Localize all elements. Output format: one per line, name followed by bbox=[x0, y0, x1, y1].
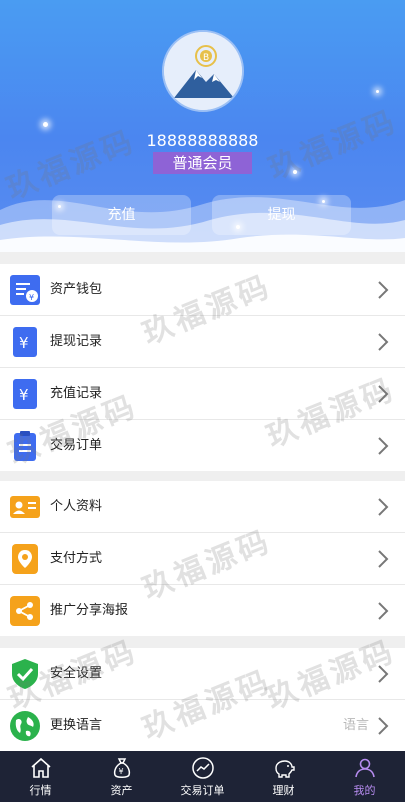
menu-item-label: 充值记录 bbox=[50, 386, 103, 401]
withdraw-button[interactable]: 提现 bbox=[212, 195, 351, 235]
chevron-right-icon bbox=[378, 665, 389, 683]
svg-text:¥: ¥ bbox=[118, 767, 123, 776]
location-pin-icon bbox=[12, 544, 38, 574]
menu-item-label: 安全设置 bbox=[50, 666, 103, 681]
yen-document-icon: ¥ bbox=[13, 327, 37, 357]
tab-label: 资产 bbox=[110, 784, 133, 797]
menu-item-wallet[interactable]: ¥ 资产钱包 bbox=[0, 264, 405, 316]
tab-label: 理财 bbox=[272, 784, 295, 797]
menu-item-label: 交易订单 bbox=[50, 438, 103, 453]
member-level-badge: 普通会员 bbox=[153, 152, 252, 174]
chevron-right-icon bbox=[378, 602, 389, 620]
yen-document-icon: ¥ bbox=[13, 379, 37, 409]
tab-trade-orders[interactable]: 交易订单 bbox=[162, 751, 243, 802]
tab-label: 我的 bbox=[353, 784, 376, 797]
menu-item-trade-orders[interactable]: 交易订单 bbox=[0, 420, 405, 471]
menu-item-share-poster[interactable]: 推广分享海报 bbox=[0, 585, 405, 636]
menu-group-assets: ¥ 资产钱包 ¥ 提现记录 ¥ 充值记录 交易订单 bbox=[0, 264, 405, 471]
current-language-value: 语言 bbox=[342, 718, 369, 733]
chevron-right-icon bbox=[378, 437, 389, 455]
chevron-right-icon bbox=[378, 498, 389, 516]
menu-item-recharge-records[interactable]: ¥ 充值记录 bbox=[0, 368, 405, 420]
tab-mine[interactable]: 我的 bbox=[324, 751, 405, 802]
chevron-right-icon bbox=[378, 333, 389, 351]
menu-item-security-settings[interactable]: 安全设置 bbox=[0, 648, 405, 700]
share-icon bbox=[10, 596, 40, 626]
sparkle-decoration bbox=[376, 90, 379, 93]
menu-item-change-language[interactable]: 更换语言 语言 bbox=[0, 700, 405, 751]
tab-label: 行情 bbox=[29, 784, 52, 797]
tab-market[interactable]: 行情 bbox=[0, 751, 81, 802]
tab-label: 交易订单 bbox=[180, 784, 225, 797]
chevron-right-icon bbox=[378, 717, 389, 735]
wallet-icon: ¥ bbox=[10, 275, 40, 305]
menu-item-payment-methods[interactable]: 支付方式 bbox=[0, 533, 405, 585]
menu-item-label: 更换语言 bbox=[50, 718, 103, 733]
menu-item-label: 支付方式 bbox=[50, 551, 103, 566]
user-phone: 18888888888 bbox=[146, 131, 259, 150]
user-icon bbox=[354, 758, 375, 778]
chevron-right-icon bbox=[378, 385, 389, 403]
globe-icon bbox=[10, 711, 40, 741]
id-card-icon bbox=[10, 496, 40, 518]
menu-item-label: 提现记录 bbox=[50, 334, 103, 349]
menu-item-withdraw-records[interactable]: ¥ 提现记录 bbox=[0, 316, 405, 368]
recharge-button[interactable]: 充值 bbox=[52, 195, 191, 235]
order-icon bbox=[14, 431, 36, 461]
menu-item-label: 推广分享海报 bbox=[50, 603, 129, 618]
menu-item-label: 个人资料 bbox=[50, 499, 103, 514]
bitcoin-mountain-icon: B bbox=[164, 32, 242, 110]
menu-item-profile[interactable]: 个人资料 bbox=[0, 481, 405, 533]
svg-text:¥: ¥ bbox=[19, 386, 29, 404]
piggy-bank-icon bbox=[274, 760, 295, 778]
chart-circle-icon bbox=[191, 757, 214, 779]
chevron-right-icon bbox=[378, 550, 389, 568]
bottom-tab-bar: 行情 ¥ 资产 交易订单 理财 我的 bbox=[0, 751, 405, 802]
home-icon bbox=[30, 757, 51, 778]
tab-finance[interactable]: 理财 bbox=[243, 751, 324, 802]
tab-assets[interactable]: ¥ 资产 bbox=[81, 751, 162, 802]
svg-text:B: B bbox=[203, 53, 209, 63]
svg-text:¥: ¥ bbox=[19, 334, 29, 352]
avatar[interactable]: B bbox=[162, 30, 244, 112]
svg-text:¥: ¥ bbox=[29, 293, 34, 302]
shield-check-icon bbox=[12, 659, 38, 689]
profile-header: B 18888888888 普通会员 充值 提现 bbox=[0, 0, 405, 252]
menu-group-personal: 个人资料 支付方式 推广分享海报 bbox=[0, 481, 405, 636]
menu-item-label: 资产钱包 bbox=[50, 282, 103, 297]
sparkle-decoration bbox=[43, 122, 48, 127]
money-bag-icon: ¥ bbox=[113, 758, 130, 778]
chevron-right-icon bbox=[378, 281, 389, 299]
menu-group-settings: 安全设置 更换语言 语言 bbox=[0, 648, 405, 751]
